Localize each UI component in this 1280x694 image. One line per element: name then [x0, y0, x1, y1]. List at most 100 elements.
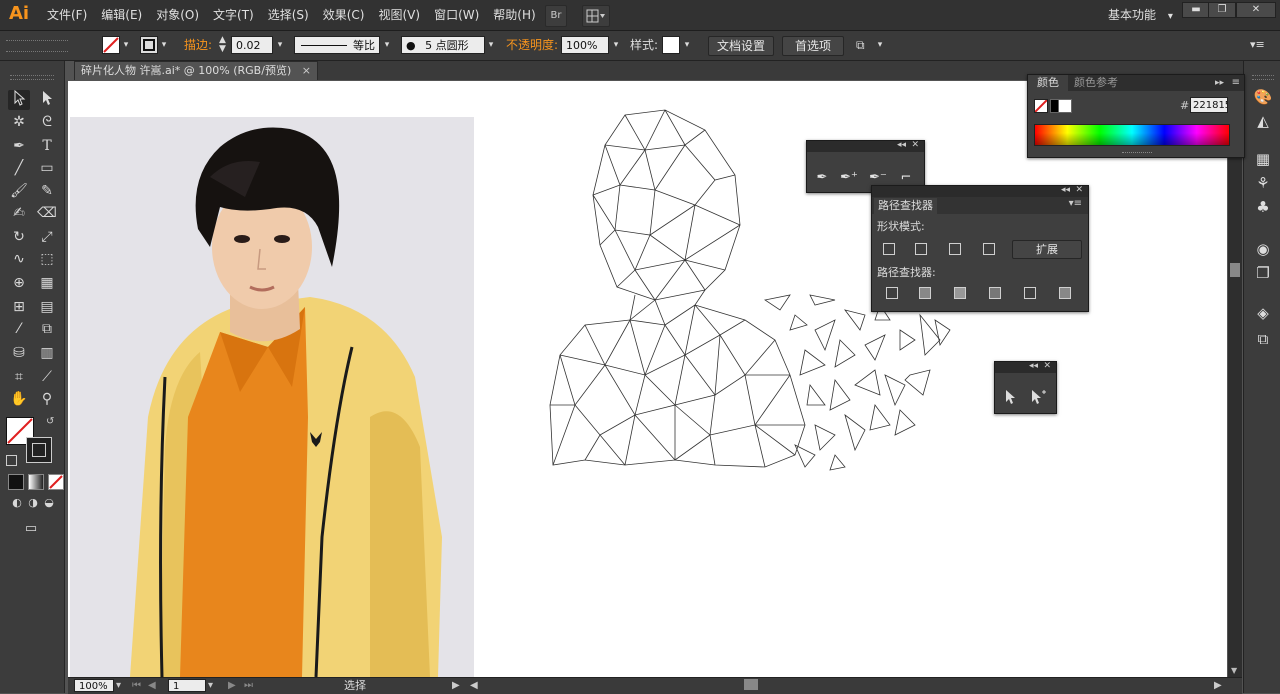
menu-help[interactable]: 帮助(H)	[486, 0, 542, 30]
screen-mode-icon[interactable]: ▭	[20, 519, 42, 539]
mesh-tool-icon[interactable]: ⊞	[8, 297, 30, 317]
workspace-switcher[interactable]: 基本功能 ▾	[1108, 0, 1173, 32]
column-graph-tool-icon[interactable]: ▥	[36, 343, 58, 363]
reference-photo[interactable]	[70, 117, 474, 677]
swap-fill-stroke-icon[interactable]: ↺	[46, 416, 54, 427]
arrange-documents-button[interactable]	[582, 5, 610, 27]
opacity-input[interactable]: 100%	[561, 36, 609, 54]
artboard-tool-icon[interactable]: ⌗	[8, 367, 30, 387]
menu-select[interactable]: 选择(S)	[261, 0, 316, 30]
artboard-dropdown-arrow[interactable]: ▾	[208, 679, 213, 692]
symbol-sprayer-tool-icon[interactable]: ⛁	[8, 343, 30, 363]
first-artboard-icon[interactable]: ⏮	[132, 679, 141, 692]
blend-tool-icon[interactable]: ⧉	[36, 319, 58, 339]
lasso-tool-icon[interactable]: ᘓ	[36, 112, 58, 132]
document-setup-button[interactable]: 文档设置	[708, 36, 774, 56]
menu-file[interactable]: 文件(F)	[40, 0, 94, 30]
minus-front-icon[interactable]	[915, 243, 927, 255]
zoom-input[interactable]: 100%	[74, 679, 114, 692]
swatches-icon[interactable]: ▦	[1252, 149, 1274, 169]
next-artboard-icon[interactable]: ▶	[228, 679, 236, 692]
graphic-style-swatch[interactable]	[662, 36, 680, 54]
artboards-icon[interactable]: ⧉	[1252, 329, 1274, 349]
artboard-number-input[interactable]: 1	[168, 679, 206, 692]
color-white-swatch[interactable]	[1058, 99, 1072, 113]
brushes-icon[interactable]: ⚘	[1252, 173, 1274, 193]
document-tab[interactable]: 碎片化人物 许嵩.ai* @ 100% (RGB/预览) ×	[74, 61, 318, 80]
symbols-icon[interactable]: ♣	[1252, 197, 1274, 217]
slice-tool-icon[interactable]: ⟋	[36, 367, 58, 387]
shape-builder-tool-icon[interactable]: ⊕	[8, 273, 30, 293]
unite-icon[interactable]	[883, 243, 895, 255]
line-tool-icon[interactable]: ╱	[8, 158, 30, 178]
menu-window[interactable]: 窗口(W)	[427, 0, 486, 30]
arrange-dropdown-arrow[interactable]: ▾	[874, 36, 886, 54]
close-button[interactable]: ✕	[1236, 2, 1276, 18]
color-spectrum[interactable]	[1034, 124, 1230, 146]
pen-panel-close-icon[interactable]: ✕	[911, 140, 919, 151]
stroke-color-box[interactable]	[26, 437, 52, 463]
default-colors-icon[interactable]	[6, 455, 17, 466]
prev-artboard-icon[interactable]: ◀	[148, 679, 156, 692]
tab-color-guide[interactable]: 颜色参考	[1074, 75, 1118, 91]
last-artboard-icon[interactable]: ⏭	[244, 679, 253, 692]
divide-icon[interactable]	[886, 287, 898, 299]
selection-icon[interactable]	[1001, 389, 1019, 407]
stroke-swatch[interactable]	[140, 36, 158, 54]
tab-color[interactable]: 颜色	[1028, 75, 1068, 91]
appearance-icon[interactable]: ◉	[1252, 239, 1274, 259]
panel-resize-grip[interactable]	[1122, 152, 1152, 154]
rectangle-tool-icon[interactable]: ▭	[36, 158, 58, 178]
zoom-dropdown-arrow[interactable]: ▾	[116, 679, 121, 692]
draw-inside-icon[interactable]: ◒	[38, 493, 60, 513]
none-mode-icon[interactable]	[48, 474, 64, 490]
zoom-tool-icon[interactable]: ⚲	[36, 389, 58, 409]
stroke-weight-input[interactable]: 0.02 p	[231, 36, 273, 70]
selection-panel-close-icon[interactable]: ✕	[1043, 361, 1051, 372]
panel-collapse-icon[interactable]: ▸▸	[1215, 75, 1224, 91]
horizontal-scroll-thumb[interactable]	[744, 679, 758, 690]
direct-selection-tool-icon[interactable]	[36, 90, 58, 110]
eraser-tool-icon[interactable]: ⌫	[36, 203, 58, 223]
hex-input[interactable]: 221815	[1190, 97, 1228, 113]
pathfinder-menu-icon[interactable]: ▾≡	[1069, 198, 1082, 209]
minimize-button[interactable]: ▬	[1182, 2, 1210, 18]
layers-icon[interactable]: ◈	[1252, 303, 1274, 323]
stroke-stepper[interactable]: ▲ ▼	[219, 36, 229, 54]
type-tool-icon[interactable]: T	[36, 136, 58, 156]
scroll-down-icon[interactable]: ▼	[1231, 666, 1237, 675]
gradient-tool-icon[interactable]: ▤	[36, 297, 58, 317]
hand-tool-icon[interactable]: ✋	[8, 389, 30, 409]
color-panel-icon[interactable]: 🎨	[1252, 87, 1274, 107]
minus-back-icon[interactable]	[1059, 287, 1071, 299]
control-panel-menu-icon[interactable]: ▾≡	[1250, 36, 1265, 54]
profile-dropdown-arrow[interactable]: ▾	[381, 36, 393, 54]
outline-icon[interactable]	[1024, 287, 1036, 299]
pathfinder-close-icon[interactable]: ✕	[1075, 185, 1083, 196]
scroll-left-icon[interactable]: ◀	[470, 679, 478, 692]
color-mode-icon[interactable]	[8, 474, 24, 490]
panel-menu-icon[interactable]: ≡	[1232, 75, 1240, 91]
brush-dropdown-arrow[interactable]: ▾	[485, 36, 497, 54]
color-guide-icon[interactable]: ◭	[1252, 111, 1274, 131]
bridge-button[interactable]: Br	[545, 5, 567, 27]
paintbrush-tool-icon[interactable]: 🖌	[8, 181, 30, 201]
fill-swatch[interactable]	[102, 36, 120, 54]
preferences-button[interactable]: 首选项	[782, 36, 844, 56]
scale-tool-icon[interactable]: ⤢	[36, 227, 58, 247]
scroll-right-icon[interactable]: ▶	[1214, 679, 1222, 692]
pathfinder-collapse-icon[interactable]: ◂◂	[1061, 185, 1070, 196]
status-menu-arrow[interactable]: ▶	[452, 679, 460, 692]
stroke-dropdown-arrow[interactable]: ▾	[158, 36, 170, 54]
pen-icon[interactable]: ✒	[813, 169, 831, 187]
blob-brush-tool-icon[interactable]: ✍	[8, 203, 30, 223]
vertical-scrollbar[interactable]: ▲ ▼	[1228, 81, 1242, 677]
pen-panel-collapse-icon[interactable]: ◂◂	[897, 140, 906, 151]
eyedropper-tool-icon[interactable]: ⁄	[8, 319, 30, 339]
fill-dropdown-arrow[interactable]: ▾	[120, 36, 132, 54]
selection-panel-collapse-icon[interactable]: ◂◂	[1029, 361, 1038, 372]
color-none-swatch[interactable]	[1034, 99, 1048, 113]
free-transform-tool-icon[interactable]: ⬚	[36, 249, 58, 269]
pencil-tool-icon[interactable]: ✎	[36, 181, 58, 201]
graphic-styles-icon[interactable]: ❐	[1252, 263, 1274, 283]
